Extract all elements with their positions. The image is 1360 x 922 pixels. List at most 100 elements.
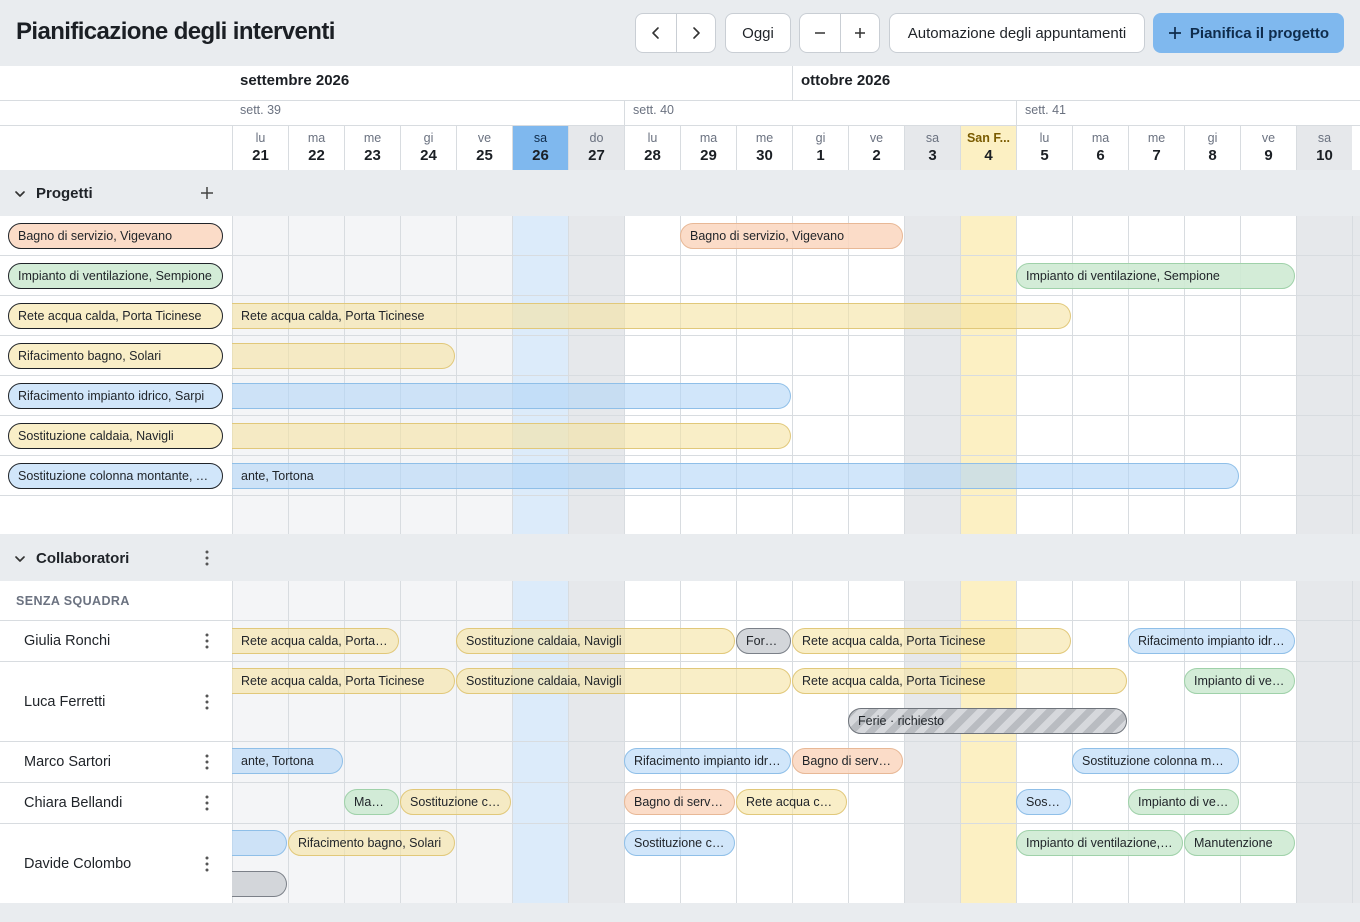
- schedule-bar[interactable]: Sostituzione caldaia, Navigli: [400, 789, 511, 815]
- day-header[interactable]: sa 10: [1296, 126, 1352, 170]
- schedule-bar[interactable]: Manutenzione: [344, 789, 399, 815]
- projects-section-header: Progetti: [0, 170, 1360, 216]
- schedule-bar[interactable]: Impianto di ventilazione, Sempione: [1184, 668, 1295, 694]
- project-label[interactable]: Rifacimento impianto idrico, Sarpi: [8, 383, 223, 409]
- automation-button[interactable]: Automazione degli appuntamenti: [889, 13, 1145, 53]
- schedule-bar[interactable]: Sostituzione colonna montante, Tortona: [1016, 789, 1071, 815]
- schedule-bar[interactable]: Sostituzione caldaia, Navigli: [456, 668, 791, 694]
- project-label[interactable]: Bagno di servizio, Vigevano: [8, 223, 223, 249]
- schedule-bar[interactable]: Impianto di ventilazione, Sempione: [1016, 263, 1295, 289]
- schedule-bar[interactable]: [232, 423, 791, 449]
- day-number: 3: [928, 147, 937, 164]
- more-vertical-icon: [205, 633, 209, 649]
- collaborator-menu-button[interactable]: [197, 630, 217, 652]
- project-label[interactable]: Rete acqua calda, Porta Ticinese: [8, 303, 223, 329]
- day-header[interactable]: ma 29: [680, 126, 736, 170]
- week-label: sett. 39: [240, 103, 281, 117]
- schedule-bar[interactable]: ante, Tortona: [232, 748, 343, 774]
- row-divider: [231, 255, 1360, 256]
- schedule-bar[interactable]: Ferie · richiesto: [848, 708, 1127, 734]
- day-header[interactable]: gi 8: [1184, 126, 1240, 170]
- zoom-in-button[interactable]: [839, 14, 880, 52]
- zoom-out-button[interactable]: [800, 14, 840, 52]
- day-header[interactable]: gi 24: [400, 126, 456, 170]
- day-name: San F...: [966, 131, 1011, 145]
- row-divider: [0, 255, 231, 256]
- more-vertical-icon: [205, 754, 209, 770]
- collaborator-name[interactable]: Giulia Ronchi: [24, 633, 110, 649]
- projects-title: Progetti: [36, 185, 93, 202]
- collaborator-menu-button[interactable]: [197, 691, 217, 713]
- day-number: 26: [532, 147, 549, 164]
- schedule-bar[interactable]: Rete acqua calda, Porta Ticinese: [232, 668, 455, 694]
- project-label[interactable]: Rifacimento bagno, Solari: [8, 343, 223, 369]
- row-divider: [0, 620, 231, 621]
- next-button[interactable]: [675, 14, 716, 52]
- schedule-bar[interactable]: Rete acqua calda, Porta Ticinese: [232, 628, 399, 654]
- collaborator-menu-button[interactable]: [197, 792, 217, 814]
- collaborator-name[interactable]: Luca Ferretti: [24, 694, 105, 710]
- chevron-down-icon[interactable]: [13, 187, 27, 201]
- day-header[interactable]: lu 28: [624, 126, 680, 170]
- day-header[interactable]: ma 6: [1072, 126, 1128, 170]
- day-header[interactable]: ve 25: [456, 126, 512, 170]
- schedule-bar[interactable]: Bagno di servizio, Vigevano: [680, 223, 903, 249]
- day-header[interactable]: me 30: [736, 126, 792, 170]
- schedule-bar[interactable]: [232, 830, 287, 856]
- day-header[interactable]: do 27: [568, 126, 624, 170]
- day-header[interactable]: gi 1: [792, 126, 848, 170]
- chevron-down-icon[interactable]: [13, 552, 27, 566]
- schedule-bar[interactable]: Rifacimento impianto idrico, Sarpi: [1128, 628, 1295, 654]
- collaborator-name[interactable]: Davide Colombo: [24, 856, 131, 872]
- schedule-bar[interactable]: Bagno di servizio, Vigevano: [624, 789, 735, 815]
- schedule-bar[interactable]: Rifacimento impianto idrico, Sarpi: [624, 748, 791, 774]
- day-header[interactable]: lu 5: [1016, 126, 1072, 170]
- day-header[interactable]: me 7: [1128, 126, 1184, 170]
- day-number: 24: [420, 147, 437, 164]
- project-label[interactable]: Sostituzione colonna montante, Tortona: [8, 463, 223, 489]
- day-header[interactable]: sa 26: [512, 126, 568, 170]
- collaborator-menu-button[interactable]: [197, 853, 217, 875]
- schedule-bar[interactable]: [232, 871, 287, 897]
- schedule-bar[interactable]: Rifacimento bagno, Solari: [288, 830, 455, 856]
- day-name: sa: [1317, 131, 1332, 145]
- day-header[interactable]: ve 9: [1240, 126, 1296, 170]
- collaborator-name[interactable]: Chiara Bellandi: [24, 795, 122, 811]
- schedule-bar[interactable]: Impianto di ventilazione, Sempione: [1128, 789, 1239, 815]
- schedule-bar[interactable]: [232, 343, 455, 369]
- schedule-bar[interactable]: Sostituzione caldaia, Navigli: [456, 628, 735, 654]
- schedule-bar[interactable]: Formazione: [736, 628, 791, 654]
- day-column[interactable]: [1296, 581, 1352, 903]
- collaborator-name[interactable]: Marco Sartori: [24, 754, 111, 770]
- day-header[interactable]: ve 2: [848, 126, 904, 170]
- row-divider: [0, 335, 231, 336]
- plan-project-button[interactable]: Pianifica il progetto: [1153, 13, 1344, 53]
- schedule-bar[interactable]: Sostituzione colonna montante, Tortona: [1072, 748, 1239, 774]
- day-header[interactable]: San F... 4: [960, 126, 1016, 170]
- schedule-bar[interactable]: Rete acqua calda, Porta Ticinese: [232, 303, 1071, 329]
- collaborators-menu-button[interactable]: [197, 547, 217, 569]
- day-column[interactable]: [1352, 581, 1360, 903]
- project-label[interactable]: Sostituzione caldaia, Navigli: [8, 423, 223, 449]
- add-project-button[interactable]: [197, 182, 217, 204]
- day-header[interactable]: sa 3: [904, 126, 960, 170]
- previous-button[interactable]: [636, 14, 676, 52]
- schedule-bar[interactable]: [232, 383, 791, 409]
- schedule-bar[interactable]: Rete acqua calda, Porta Ticinese: [792, 668, 1127, 694]
- day-header[interactable]: lu 21: [232, 126, 288, 170]
- day-number: 21: [252, 147, 269, 164]
- schedule-bar[interactable]: Bagno di servizio, Vigevano: [792, 748, 903, 774]
- day-number: 27: [588, 147, 605, 164]
- day-number: 8: [1208, 147, 1217, 164]
- schedule-bar[interactable]: Manutenzione: [1184, 830, 1295, 856]
- today-button[interactable]: Oggi: [725, 13, 791, 53]
- schedule-bar[interactable]: Impianto di ventilazione, Sempione: [1016, 830, 1183, 856]
- schedule-bar[interactable]: Rete acqua calda, Porta Ticinese: [792, 628, 1071, 654]
- schedule-bar[interactable]: Sostituzione colonna montante, Tortona: [624, 830, 735, 856]
- day-header[interactable]: me 23: [344, 126, 400, 170]
- project-label[interactable]: Impianto di ventilazione, Sempione: [8, 263, 223, 289]
- schedule-bar[interactable]: ante, Tortona: [232, 463, 1239, 489]
- schedule-bar[interactable]: Rete acqua calda, Porta Ticinese: [736, 789, 847, 815]
- collaborator-menu-button[interactable]: [197, 751, 217, 773]
- day-header[interactable]: ma 22: [288, 126, 344, 170]
